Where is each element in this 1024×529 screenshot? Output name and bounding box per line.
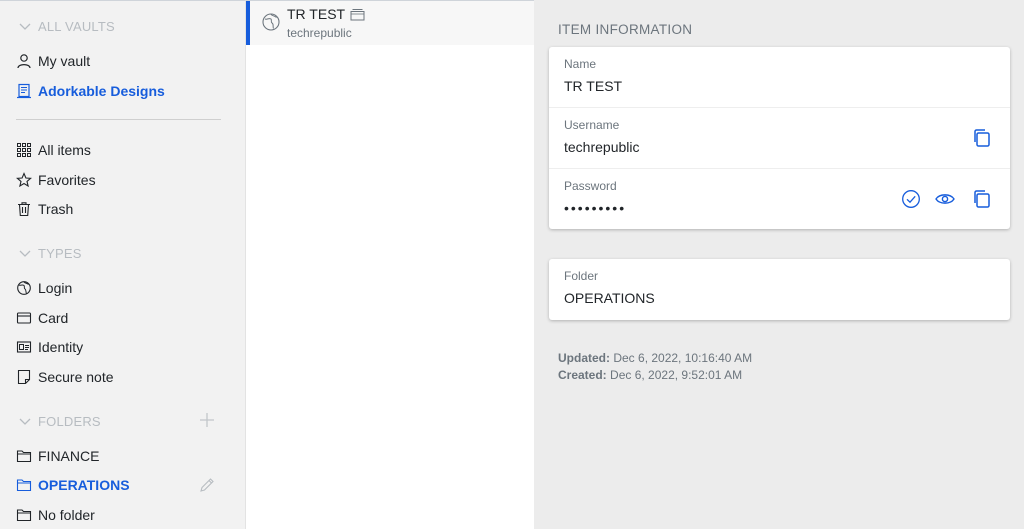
sidebar-item-my-vault[interactable]: My vault — [16, 50, 90, 72]
copy-icon[interactable] — [971, 188, 993, 210]
types-header[interactable]: TYPES — [18, 244, 82, 262]
folders-label: FOLDERS — [38, 413, 101, 429]
username-value[interactable]: techrepublic — [564, 139, 640, 155]
sidebar-item-label: Trash — [38, 201, 74, 217]
id-card-icon — [16, 341, 32, 353]
updated-meta: Updated: Dec 6, 2022, 10:16:40 AM — [558, 351, 752, 365]
chevron-down-icon — [19, 23, 31, 30]
item-detail: ITEM INFORMATION Name TR TEST Username t… — [534, 0, 1024, 529]
sidebar-item-label: Identity — [38, 339, 84, 355]
collection-icon — [350, 8, 365, 20]
folder-field: Folder OPERATIONS — [549, 259, 1010, 320]
item-information-header: ITEM INFORMATION — [558, 22, 693, 37]
password-label: Password — [564, 179, 617, 193]
eye-icon[interactable] — [934, 188, 956, 210]
sidebar-item-label: My vault — [38, 53, 91, 69]
all-vaults-header[interactable]: ALL VAULTS — [18, 17, 115, 35]
folder-icon — [16, 509, 32, 522]
name-value: TR TEST — [564, 78, 623, 94]
sidebar-item-label: OPERATIONS — [38, 477, 130, 493]
user-icon — [17, 54, 31, 69]
chevron-down-icon — [19, 250, 31, 257]
sidebar-divider — [16, 119, 221, 120]
updated-label: Updated: — [558, 351, 610, 365]
folder-label: Folder — [564, 269, 599, 283]
folder-value: OPERATIONS — [564, 290, 655, 306]
folder-icon — [16, 450, 32, 463]
sidebar-item-label: Favorites — [38, 172, 96, 188]
sidebar-item-label: Card — [38, 310, 69, 326]
sidebar-item-identity[interactable]: Identity — [16, 336, 83, 358]
copy-icon[interactable] — [971, 127, 993, 149]
plus-icon[interactable] — [198, 411, 216, 429]
list-item[interactable]: TR TEST techrepublic — [246, 1, 534, 45]
sidebar-item-folder-finance[interactable]: FINANCE — [16, 445, 99, 467]
username-field: Username techrepublic — [549, 108, 1010, 169]
sidebar-item-label: No folder — [38, 507, 95, 523]
check-password-icon[interactable] — [900, 188, 922, 210]
name-label: Name — [564, 57, 597, 71]
note-icon — [17, 369, 31, 385]
pencil-icon[interactable] — [198, 476, 216, 494]
sidebar-item-secure-note[interactable]: Secure note — [16, 366, 114, 388]
globe-icon — [262, 13, 280, 31]
credit-card-icon — [16, 312, 32, 324]
sidebar-item-card[interactable]: Card — [16, 307, 68, 329]
folder-card: Folder OPERATIONS — [549, 259, 1010, 320]
item-info-card: Name TR TEST Username techrepublic Passw… — [549, 47, 1010, 229]
updated-value: Dec 6, 2022, 10:16:40 AM — [613, 351, 753, 365]
sidebar-item-label: Login — [38, 280, 73, 296]
created-value: Dec 6, 2022, 9:52:01 AM — [610, 368, 743, 382]
grid-icon — [17, 143, 31, 157]
folders-header[interactable]: FOLDERS — [18, 412, 101, 430]
folder-icon — [16, 479, 32, 492]
sidebar-item-login[interactable]: Login — [16, 277, 72, 299]
sidebar-item-label: FINANCE — [38, 448, 100, 464]
sidebar-item-all-items[interactable]: All items — [16, 139, 91, 161]
sidebar-item-label: All items — [38, 142, 91, 158]
chevron-down-icon — [19, 418, 31, 425]
sidebar-item-trash[interactable]: Trash — [16, 198, 73, 220]
sidebar-item-label: Secure note — [38, 369, 114, 385]
organization-icon — [17, 83, 31, 99]
sidebar-item-no-folder[interactable]: No folder — [16, 504, 95, 526]
sidebar-item-favorites[interactable]: Favorites — [16, 169, 96, 191]
name-field: Name TR TEST — [549, 47, 1010, 108]
sidebar-item-adorkable-designs[interactable]: Adorkable Designs — [16, 80, 165, 102]
created-meta: Created: Dec 6, 2022, 9:52:01 AM — [558, 368, 742, 382]
item-list: TR TEST techrepublic — [246, 0, 534, 529]
globe-icon — [17, 281, 31, 295]
trash-icon — [18, 202, 30, 217]
star-icon — [16, 172, 32, 188]
password-field: Password ••••••••• — [549, 169, 1010, 230]
types-label: TYPES — [38, 245, 82, 261]
sidebar-item-label: Adorkable Designs — [38, 83, 165, 99]
all-vaults-label: ALL VAULTS — [38, 18, 115, 34]
created-label: Created: — [558, 368, 607, 382]
sidebar: ALL VAULTS My vault Adorkable Designs Al… — [0, 0, 246, 529]
sidebar-item-folder-operations[interactable]: OPERATIONS — [16, 474, 130, 496]
username-label: Username — [564, 118, 620, 132]
password-value[interactable]: ••••••••• — [564, 200, 626, 216]
list-item-title: TR TEST — [287, 6, 346, 22]
list-item-subtitle: techrepublic — [287, 26, 352, 40]
